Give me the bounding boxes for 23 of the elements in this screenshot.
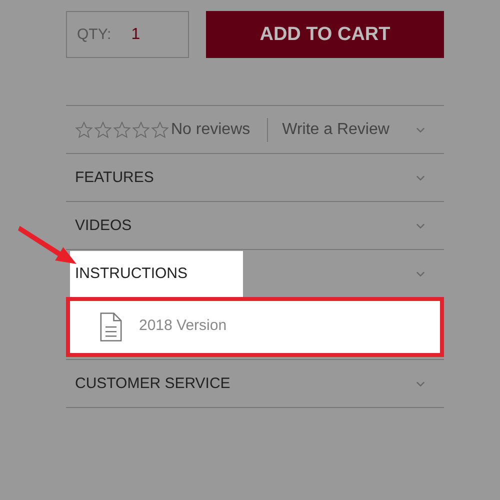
star-icon	[151, 120, 169, 138]
quantity-value: 1	[131, 26, 140, 44]
file-link[interactable]: 2018 Version	[66, 297, 444, 357]
review-count: No reviews	[171, 120, 250, 138]
chevron-icon	[416, 126, 425, 132]
document-icon	[100, 312, 122, 342]
star-icon	[75, 120, 93, 138]
section-title[interactable]: CUSTOMER SERVICE	[75, 375, 230, 392]
section-title[interactable]: FEATURES	[75, 169, 154, 186]
quantity-label: QTY:	[77, 26, 112, 43]
quantity-field[interactable]: QTY: 1	[66, 11, 189, 58]
write-review-link[interactable]: Write a Review	[282, 120, 416, 138]
section-title[interactable]: VIDEOS	[75, 217, 132, 234]
chevron-icon	[416, 380, 425, 386]
chevron-icon	[416, 270, 425, 276]
chevron-icon	[416, 174, 425, 180]
file-name: 2018 Version	[139, 316, 227, 334]
star-icon	[132, 120, 150, 138]
chevron-icon	[416, 222, 425, 228]
star-icon	[113, 120, 131, 138]
add-to-cart-button[interactable]: ADD TO CART	[206, 11, 444, 58]
section-title[interactable]: INSTRUCTIONS	[70, 250, 242, 296]
star-icon	[94, 120, 112, 138]
